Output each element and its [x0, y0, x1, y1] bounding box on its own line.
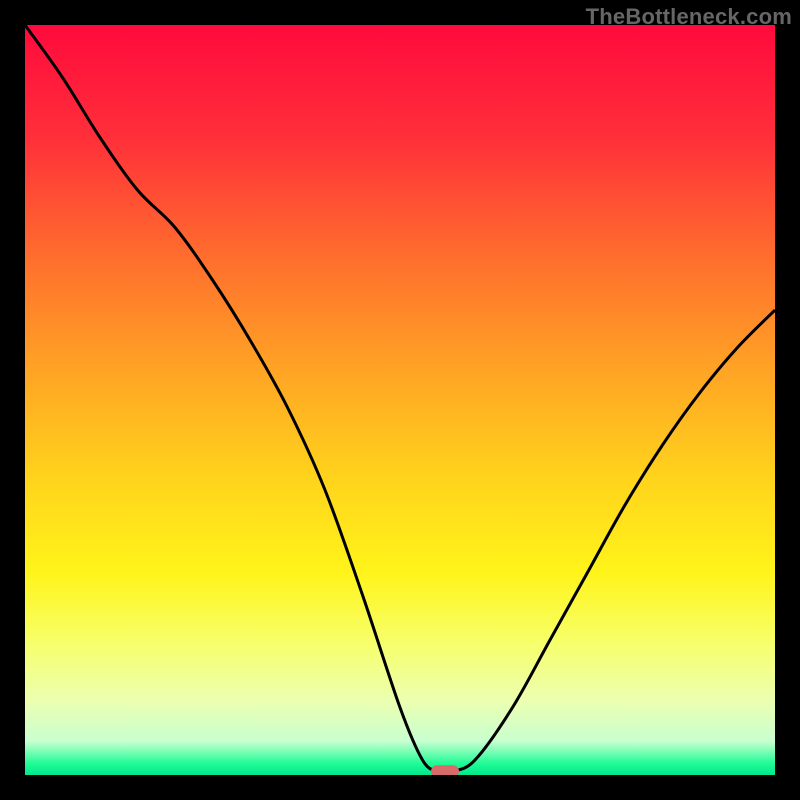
chart-frame: TheBottleneck.com — [0, 0, 800, 800]
optimal-marker — [431, 765, 459, 775]
plot-area — [25, 25, 775, 775]
chart-svg — [25, 25, 775, 775]
gradient-background — [25, 25, 775, 775]
